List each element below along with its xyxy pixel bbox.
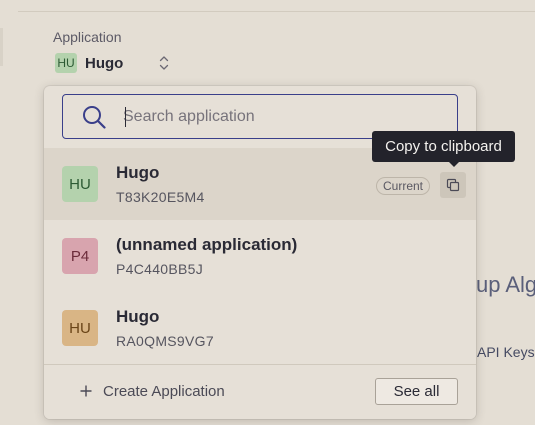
- tooltip-arrow: [448, 161, 460, 167]
- app-id: P4C440BB5J: [116, 261, 204, 277]
- app-avatar: HU: [62, 310, 98, 346]
- api-keys-link[interactable]: API Keys: [477, 344, 535, 360]
- list-item-app-3[interactable]: HU Hugo RA0QMS9VG7: [44, 292, 476, 364]
- application-list: HU Hugo T83K20E5M4 Current P4 (unnamed a…: [44, 148, 476, 364]
- current-badge: Current: [376, 177, 431, 195]
- app-avatar: HU: [62, 166, 98, 202]
- app-name: Hugo: [116, 163, 160, 182]
- app-id: T83K20E5M4: [116, 189, 205, 205]
- dropdown-footer: Create Application See all: [44, 364, 476, 419]
- page-topbar: [18, 0, 535, 12]
- copy-tooltip: Copy to clipboard: [372, 131, 515, 162]
- app-avatar: HU: [55, 53, 77, 73]
- text-caret: [125, 107, 126, 127]
- see-all-button[interactable]: See all: [375, 378, 458, 405]
- list-item-app-2[interactable]: P4 (unnamed application) P4C440BB5J: [44, 220, 476, 292]
- copy-button[interactable]: [440, 172, 466, 198]
- chevron-up-down-icon[interactable]: [158, 54, 170, 72]
- copy-icon: [446, 178, 460, 192]
- create-application-button[interactable]: Create Application: [80, 379, 225, 403]
- current-app-name: Hugo: [85, 54, 124, 72]
- app-name: (unnamed application): [116, 235, 298, 254]
- app-id: RA0QMS9VG7: [116, 333, 214, 349]
- application-label: Application: [53, 29, 122, 45]
- search-icon: [83, 106, 106, 129]
- app-avatar: P4: [62, 238, 98, 274]
- sidebar-edge: [0, 28, 3, 66]
- application-switcher[interactable]: HU Hugo: [55, 51, 123, 75]
- app-name: Hugo: [116, 307, 160, 326]
- create-application-label: Create Application: [103, 382, 225, 400]
- plus-icon: [80, 385, 92, 397]
- background-heading: up Alg: [476, 272, 535, 297]
- search-input[interactable]: [123, 105, 443, 129]
